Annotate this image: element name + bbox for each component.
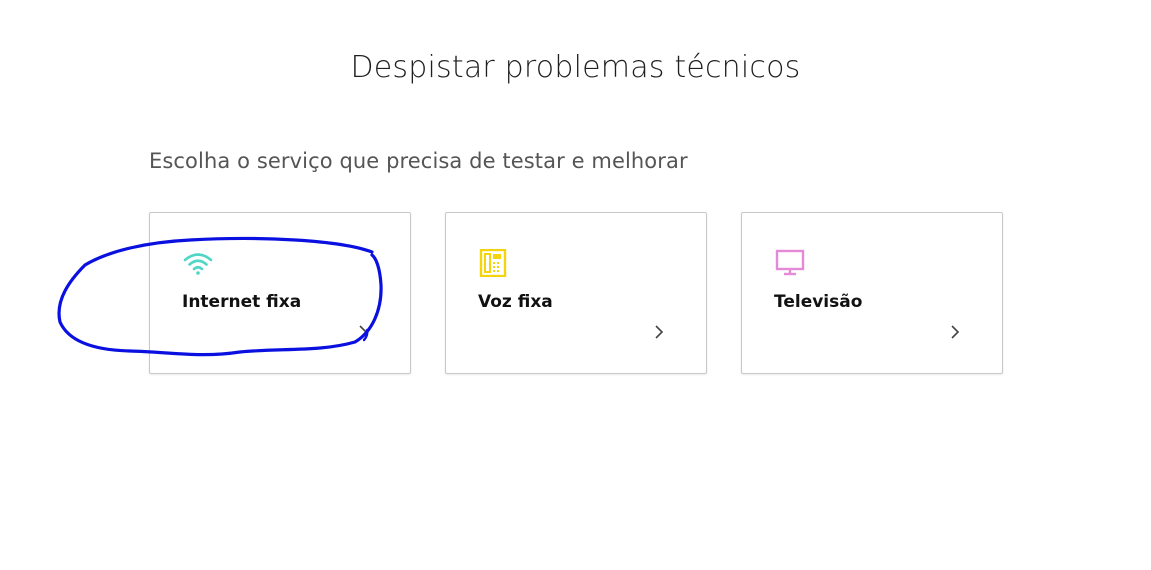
page-subtitle: Escolha o serviço que precisa de testar … [149,149,688,173]
service-card-label: Voz fixa [478,292,553,312]
service-card-label: Televisão [774,292,863,312]
chevron-right-icon [655,325,664,339]
service-card-internet[interactable]: Internet fixa [149,212,411,374]
tv-icon [775,249,805,276]
chevron-right-icon [951,325,960,339]
service-card-label: Internet fixa [182,292,302,312]
page: Despistar problemas técnicos Escolha o s… [0,0,1151,570]
wifi-icon [183,253,213,275]
phone-icon [479,249,507,277]
page-title: Despistar problemas técnicos [350,50,801,85]
service-card-voz[interactable]: Voz fixa [445,212,707,374]
chevron-right-icon [359,325,368,339]
service-card-televisao[interactable]: Televisão [741,212,1003,374]
